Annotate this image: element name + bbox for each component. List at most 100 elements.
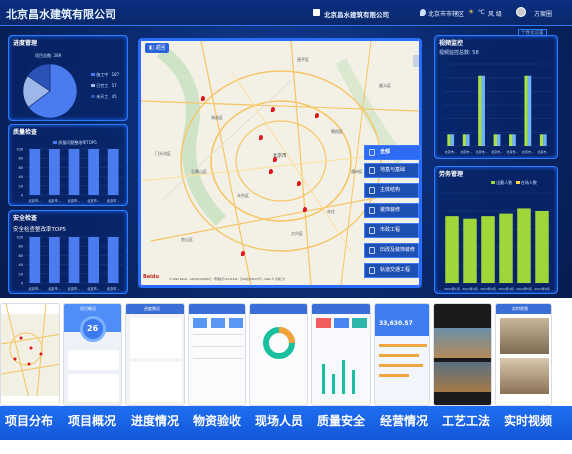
- baidu-logo: Baidu: [143, 274, 160, 280]
- collapse-handle[interactable]: [413, 55, 419, 67]
- labor-title: 劳务管理: [439, 171, 464, 178]
- building-icon: [369, 207, 375, 214]
- temperature-icon: ℃: [478, 9, 485, 16]
- x-tick-label: 北京市...: [107, 198, 120, 203]
- phone-number: 33,630.57: [379, 320, 413, 327]
- phone-title: 进度情况: [144, 306, 160, 311]
- map-label: 顺义区: [379, 83, 391, 88]
- category-all[interactable]: 全部: [364, 145, 421, 160]
- tab-progress[interactable]: 进度情况: [131, 412, 179, 429]
- category-item[interactable]: 主体结构: [364, 183, 419, 198]
- x-tick-label: 2022年6月: [534, 286, 550, 291]
- screenshot-stage: 北京昌水建筑有限公司 北京昌水建筑有限公司 北京市市辖区 ☀ ℃ 风 级 方案圈…: [0, 0, 572, 454]
- x-tick-label: 北京市...: [460, 149, 472, 154]
- y-tick-label: 0: [21, 194, 23, 198]
- phone-project-distribution: [0, 303, 60, 406]
- category-item[interactable]: 轨道交通工程: [364, 263, 419, 278]
- building-icon: [369, 227, 375, 234]
- y-tick-label: 20: [19, 272, 23, 276]
- y-tick-label: 80: [19, 157, 23, 161]
- tab-site-personnel[interactable]: 现场人员: [255, 412, 303, 429]
- bar: [535, 211, 549, 283]
- quality-chart: 100 80 60 40 20 0 北京市... 北京市... 北京市... 北京市... 北京市.…: [16, 148, 123, 203]
- y-tick-label: 20: [19, 184, 23, 188]
- tab-project-overview[interactable]: 项目概况: [68, 412, 116, 429]
- video-title: 视频监控: [439, 40, 464, 47]
- bar: [481, 75, 485, 146]
- location-text: 北京市市辖区: [428, 11, 465, 18]
- sun-icon: ☀: [468, 8, 475, 16]
- bar: [29, 149, 41, 195]
- tab-project-distribution[interactable]: 项目分布: [5, 412, 53, 429]
- video-total: 视频监控总数: 58: [439, 50, 479, 56]
- category-item[interactable]: 旧改及装饰装修: [364, 243, 419, 258]
- project-pin[interactable]: [201, 96, 205, 101]
- map-label: 海淀区: [211, 115, 223, 120]
- phone-map: [1, 304, 59, 405]
- bar: [478, 75, 482, 146]
- bar: [524, 75, 528, 146]
- category-item[interactable]: 地基与基础: [364, 163, 419, 178]
- bar: [481, 216, 495, 283]
- legend-item: 已完工 57: [91, 83, 131, 89]
- tab-quality-safety[interactable]: 质量安全: [317, 412, 365, 429]
- x-tick-label: 2022年3月: [480, 286, 496, 291]
- y-tick-label: 40: [19, 263, 23, 267]
- tab-live-video[interactable]: 实时视频: [504, 412, 552, 429]
- bar: [445, 216, 459, 283]
- y-tick-label: 60: [19, 166, 23, 170]
- bar: [499, 213, 513, 283]
- back-icon: ◧: [149, 45, 154, 51]
- legend-item: 施工中 187: [91, 72, 131, 78]
- company-title: 北京昌水建筑有限公司: [6, 8, 116, 21]
- map-label: 通州区: [351, 169, 363, 174]
- tab-materials[interactable]: 物资验收: [193, 412, 241, 429]
- map-label: 门头沟区: [155, 151, 171, 156]
- project-pin[interactable]: [259, 135, 263, 140]
- project-pin[interactable]: [273, 157, 277, 162]
- project-pin[interactable]: [315, 113, 319, 118]
- y-tick-label: 40: [19, 175, 23, 179]
- project-pin[interactable]: [241, 251, 245, 256]
- tab-business[interactable]: 经营情况: [380, 412, 428, 429]
- labor-chart: 2022年1月 2022年2月 2022年3月 2022年4月 2022年5月 2022年…: [443, 192, 551, 291]
- safety-chart: 100 80 60 40 20 0 北京市... 北京市... 北京市... 北京市... 北京市.…: [16, 236, 123, 291]
- map-label: 房山区: [181, 237, 193, 242]
- building-icon: [369, 267, 375, 274]
- center-title: 北京昌水建筑有限公司: [324, 11, 389, 19]
- progress-pie: [22, 63, 78, 119]
- x-tick-label: 北京市...: [48, 286, 61, 291]
- avatar[interactable]: [516, 7, 526, 17]
- x-tick-label: 北京市...: [87, 198, 100, 203]
- map-label: 丰台区: [237, 193, 249, 198]
- user-name[interactable]: 方案圈: [534, 9, 552, 18]
- progress-title: 进度管理: [13, 40, 38, 47]
- quality-title: 质量检查: [13, 129, 38, 136]
- x-tick-label: 北京市...: [506, 149, 518, 154]
- phone-business: 33,630.57: [374, 303, 430, 406]
- logo-icon: [313, 9, 320, 16]
- x-tick-label: 北京市...: [48, 198, 61, 203]
- y-tick-label: 100: [16, 236, 23, 240]
- project-pin[interactable]: [297, 181, 301, 186]
- dashboard: 北京昌水建筑有限公司 北京昌水建筑有限公司 北京市市辖区 ☀ ℃ 风 级 方案圈…: [0, 0, 572, 298]
- bar: [517, 208, 531, 283]
- x-tick-label: 2022年4月: [498, 286, 514, 291]
- phone-title: 项目概况: [80, 306, 96, 311]
- category-item[interactable]: 市政工程: [364, 223, 419, 238]
- bar: [450, 134, 455, 146]
- project-pin[interactable]: [269, 169, 273, 174]
- back-button[interactable]: ◧ 返回: [145, 43, 170, 53]
- project-pin[interactable]: [271, 107, 275, 112]
- category-item[interactable]: 装饰装修: [364, 203, 419, 218]
- x-tick-label: 北京市...: [522, 149, 534, 154]
- tab-craft-methods[interactable]: 工艺工法: [442, 412, 490, 429]
- project-pin[interactable]: [303, 207, 307, 212]
- dashboard-header: 北京昌水建筑有限公司 北京昌水建筑有限公司 北京市市辖区 ☀ ℃ 风 级 方案圈: [0, 0, 572, 26]
- phone-live-video: 实时视频: [495, 303, 552, 406]
- bar: [497, 134, 501, 146]
- video-chart: 北京市... 北京市... 北京市... 北京市... 北京市... 北京市... 北京市.…: [443, 63, 551, 154]
- phone-materials: [188, 303, 246, 406]
- feature-tab-bar: 项目分布 项目概况 进度情况 物资验收 现场人员 质量安全 经营情况 工艺工法 …: [0, 406, 572, 440]
- bar: [447, 134, 451, 146]
